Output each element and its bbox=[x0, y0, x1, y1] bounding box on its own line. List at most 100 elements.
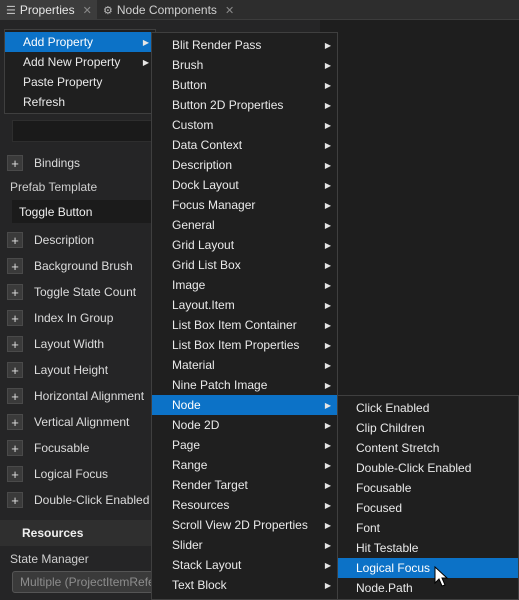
close-icon[interactable]: ✕ bbox=[83, 4, 92, 17]
menu-item-page[interactable]: Page ▶ bbox=[152, 435, 337, 455]
menu-item-refresh[interactable]: Refresh bbox=[5, 92, 155, 112]
menu-item-scroll-view-2d-properties[interactable]: Scroll View 2D Properties ▶ bbox=[152, 515, 337, 535]
menu-item-general[interactable]: General ▶ bbox=[152, 215, 337, 235]
menu-item-label: Click Enabled bbox=[356, 401, 430, 415]
property-label: Double-Click Enabled bbox=[34, 493, 150, 507]
menu-item-grid-list-box[interactable]: Grid List Box ▶ bbox=[152, 255, 337, 275]
add-icon[interactable]: + bbox=[7, 466, 23, 482]
tab-properties[interactable]: ☰ Properties ✕ bbox=[0, 0, 97, 20]
menu-item-render-target[interactable]: Render Target ▶ bbox=[152, 475, 337, 495]
chevron-right-icon: ▶ bbox=[324, 460, 331, 470]
menu-item-focused[interactable]: Focused bbox=[338, 498, 518, 518]
menu-item-text-block[interactable]: Text Block ▶ bbox=[152, 575, 337, 595]
menu-item-label: Focus Manager bbox=[172, 198, 256, 212]
menu-item-label: General bbox=[172, 218, 215, 232]
mouse-cursor-icon bbox=[434, 566, 449, 587]
menu-item-click-enabled[interactable]: Click Enabled bbox=[338, 398, 518, 418]
add-icon[interactable]: + bbox=[7, 310, 23, 326]
menu-item-dock-layout[interactable]: Dock Layout ▶ bbox=[152, 175, 337, 195]
menu-item-label: Focusable bbox=[356, 481, 412, 495]
menu-item-logical-focus[interactable]: Logical Focus bbox=[338, 558, 518, 578]
menu-item-label: List Box Item Properties bbox=[172, 338, 300, 352]
menu-item-label: Material bbox=[172, 358, 215, 372]
menu-item-label: Button 2D Properties bbox=[172, 98, 284, 112]
menu-item-blit-render-pass[interactable]: Blit Render Pass ▶ bbox=[152, 35, 337, 55]
close-icon[interactable]: ✕ bbox=[225, 4, 234, 17]
add-icon[interactable]: + bbox=[7, 492, 23, 508]
menu-item-node[interactable]: Node ▶ bbox=[152, 395, 337, 415]
menu-item-range[interactable]: Range ▶ bbox=[152, 455, 337, 475]
menu-item-add-new-property[interactable]: Add New Property ▶ bbox=[5, 52, 155, 72]
menu-item-label: Resources bbox=[172, 498, 230, 512]
menu-item-data-context[interactable]: Data Context ▶ bbox=[152, 135, 337, 155]
menu-item-stack-layout[interactable]: Stack Layout ▶ bbox=[152, 555, 337, 575]
menu-item-material[interactable]: Material ▶ bbox=[152, 355, 337, 375]
add-icon[interactable]: + bbox=[7, 258, 23, 274]
context-menu: Add Property ▶ Add New Property ▶ Paste … bbox=[4, 29, 156, 114]
chevron-right-icon: ▶ bbox=[324, 420, 331, 430]
menu-item-focus-manager[interactable]: Focus Manager ▶ bbox=[152, 195, 337, 215]
menu-item-label: Logical Focus bbox=[356, 561, 431, 575]
menu-item-paste-property[interactable]: Paste Property bbox=[5, 72, 155, 92]
menu-item-clip-children[interactable]: Clip Children bbox=[338, 418, 518, 438]
menu-item-button-2d-properties[interactable]: Button 2D Properties ▶ bbox=[152, 95, 337, 115]
menu-item-grid-layout[interactable]: Grid Layout ▶ bbox=[152, 235, 337, 255]
chevron-right-icon: ▶ bbox=[324, 80, 331, 90]
menu-item-label: Node 2D bbox=[172, 418, 220, 432]
chevron-right-icon: ▶ bbox=[324, 380, 331, 390]
add-icon[interactable]: + bbox=[7, 155, 23, 171]
menu-item-resources[interactable]: Resources ▶ bbox=[152, 495, 337, 515]
chevron-right-icon: ▶ bbox=[324, 480, 331, 490]
menu-item-description[interactable]: Description ▶ bbox=[152, 155, 337, 175]
menu-item-focusable[interactable]: Focusable bbox=[338, 478, 518, 498]
menu-item-add-property[interactable]: Add Property ▶ bbox=[5, 32, 155, 52]
menu-item-button[interactable]: Button ▶ bbox=[152, 75, 337, 95]
add-icon[interactable]: + bbox=[7, 414, 23, 430]
add-icon[interactable]: + bbox=[7, 440, 23, 456]
chevron-right-icon: ▶ bbox=[324, 520, 331, 530]
menu-item-label: Content Stretch bbox=[356, 441, 440, 455]
property-label: Toggle State Count bbox=[34, 285, 137, 299]
menu-item-label: Font bbox=[356, 521, 381, 535]
menu-item-label: Add New Property bbox=[23, 55, 121, 69]
menu-item-label: Render Target bbox=[172, 478, 248, 492]
chevron-right-icon: ▶ bbox=[142, 37, 149, 47]
add-icon[interactable]: + bbox=[7, 336, 23, 352]
menu-item-node-2d[interactable]: Node 2D ▶ bbox=[152, 415, 337, 435]
menu-item-image[interactable]: Image ▶ bbox=[152, 275, 337, 295]
menu-item-nine-patch-image[interactable]: Nine Patch Image ▶ bbox=[152, 375, 337, 395]
menu-item-hit-testable[interactable]: Hit Testable bbox=[338, 538, 518, 558]
menu-item-font[interactable]: Font bbox=[338, 518, 518, 538]
menu-item-custom[interactable]: Custom ▶ bbox=[152, 115, 337, 135]
state-manager-field[interactable]: Multiple (ProjectItemRefe bbox=[12, 571, 162, 593]
menu-item-label: Clip Children bbox=[356, 421, 425, 435]
add-icon[interactable]: + bbox=[7, 362, 23, 378]
menu-item-slider[interactable]: Slider ▶ bbox=[152, 535, 337, 555]
chevron-right-icon: ▶ bbox=[324, 240, 331, 250]
menu-item-label: Stack Layout bbox=[172, 558, 242, 572]
menu-item-node-path[interactable]: Node.Path bbox=[338, 578, 518, 598]
chevron-right-icon: ▶ bbox=[324, 120, 331, 130]
chevron-right-icon: ▶ bbox=[324, 340, 331, 350]
property-label: Layout Width bbox=[34, 337, 105, 351]
tab-node-components[interactable]: ⚙ Node Components ✕ bbox=[97, 0, 247, 20]
add-icon[interactable]: + bbox=[7, 388, 23, 404]
menu-item-label: Double-Click Enabled bbox=[356, 461, 472, 475]
chevron-right-icon: ▶ bbox=[324, 200, 331, 210]
add-icon[interactable]: + bbox=[7, 284, 23, 300]
add-icon[interactable]: + bbox=[7, 232, 23, 248]
menu-item-list-box-item-properties[interactable]: List Box Item Properties ▶ bbox=[152, 335, 337, 355]
chevron-right-icon: ▶ bbox=[324, 400, 331, 410]
menu-item-layout-item[interactable]: Layout.Item ▶ bbox=[152, 295, 337, 315]
menu-item-double-click-enabled[interactable]: Double-Click Enabled bbox=[338, 458, 518, 478]
property-label: Layout Height bbox=[34, 363, 109, 377]
menu-item-content-stretch[interactable]: Content Stretch bbox=[338, 438, 518, 458]
menu-item-label: Grid List Box bbox=[172, 258, 241, 272]
menu-item-brush[interactable]: Brush ▶ bbox=[152, 55, 337, 75]
menu-item-label: Layout.Item bbox=[172, 298, 235, 312]
menu-item-label: Node.Path bbox=[356, 581, 413, 595]
menu-item-list-box-item-container[interactable]: List Box Item Container ▶ bbox=[152, 315, 337, 335]
properties-icon: ☰ bbox=[6, 4, 16, 17]
property-label: Bindings bbox=[34, 156, 81, 170]
chevron-right-icon: ▶ bbox=[324, 160, 331, 170]
